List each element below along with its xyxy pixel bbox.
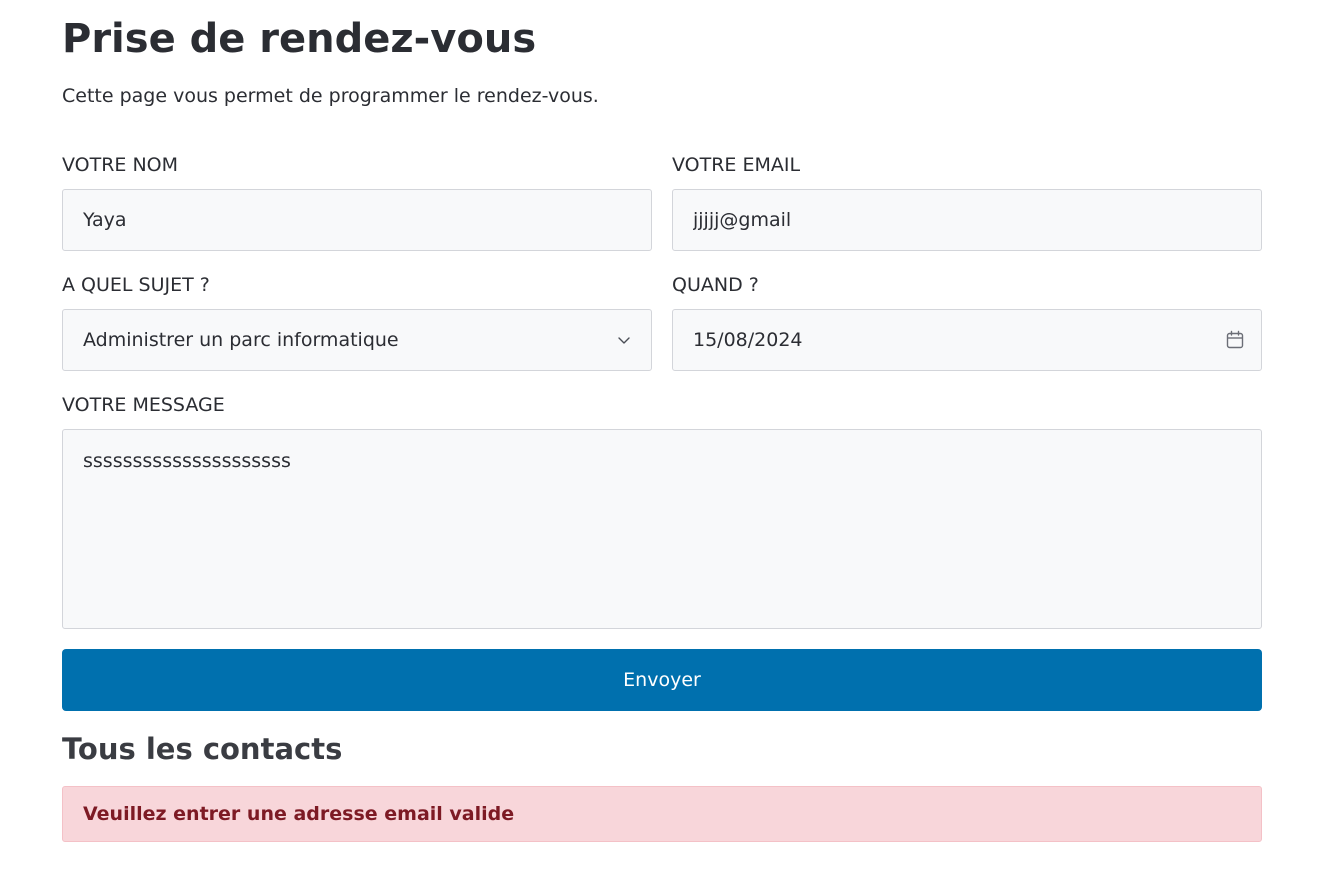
send-button[interactable]: Envoyer: [62, 649, 1262, 711]
subject-select[interactable]: Administrer un parc informatique: [62, 309, 652, 371]
message-textarea[interactable]: sssssssssssssssssssss: [62, 429, 1262, 629]
page-title: Prise de rendez-vous: [62, 16, 537, 62]
email-label: VOTRE EMAIL: [672, 154, 801, 176]
subject-selected-value: Administrer un parc informatique: [83, 329, 399, 351]
subject-label: A QUEL SUJET ?: [62, 274, 210, 296]
date-input[interactable]: 15/08/2024: [672, 309, 1262, 371]
contacts-heading: Tous les contacts: [62, 732, 343, 766]
chevron-down-icon: [617, 333, 631, 347]
name-label: VOTRE NOM: [62, 154, 179, 176]
email-input[interactable]: [672, 189, 1262, 251]
calendar-icon[interactable]: [1225, 330, 1245, 350]
date-label: QUAND ?: [672, 274, 759, 296]
page-subtitle: Cette page vous permet de programmer le …: [62, 85, 599, 107]
appointment-page: Prise de rendez-vous Cette page vous per…: [0, 0, 1340, 878]
error-alert: Veuillez entrer une adresse email valide: [62, 786, 1262, 842]
message-label: VOTRE MESSAGE: [62, 394, 225, 416]
name-input[interactable]: [62, 189, 652, 251]
date-value: 15/08/2024: [693, 329, 803, 351]
